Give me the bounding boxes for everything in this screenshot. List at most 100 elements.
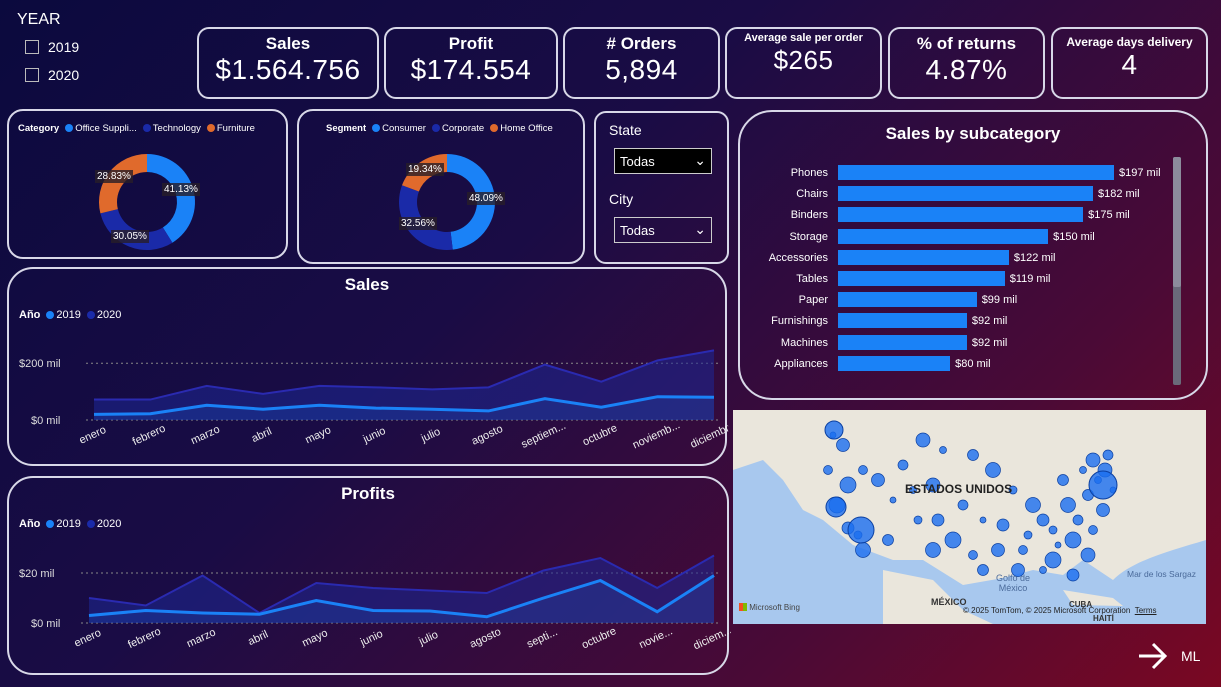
- sales-map[interactable]: ESTADOS UNIDOS Golfo de México MÉXICO CU…: [733, 410, 1206, 624]
- segment-donut-chart[interactable]: [299, 111, 587, 266]
- map-label: Mar de los Sargaz: [1127, 569, 1196, 579]
- donut-label: 30.05%: [111, 230, 149, 243]
- map-bubble[interactable]: [967, 449, 979, 461]
- map-bubble[interactable]: [1018, 545, 1028, 555]
- map-bubble[interactable]: [1085, 452, 1101, 468]
- map-bubble[interactable]: [1066, 568, 1080, 582]
- terms-link[interactable]: Terms: [1135, 606, 1157, 615]
- map-bubble[interactable]: [836, 438, 850, 452]
- x-tick-label: julio: [419, 426, 443, 446]
- map-bubble[interactable]: [915, 432, 931, 448]
- map-bubble[interactable]: [944, 531, 962, 549]
- ml-nav-button[interactable]: ML: [1137, 640, 1200, 672]
- map-bubble[interactable]: [1036, 513, 1050, 527]
- x-tick-label: junio: [361, 425, 388, 446]
- state-dropdown[interactable]: Todas ⌄: [614, 148, 712, 174]
- map-bubble[interactable]: [1044, 551, 1062, 569]
- profits-area-chart[interactable]: $20 mil $0 mil enero febrero marzo abril mayo j…: [9, 478, 731, 677]
- bar[interactable]: [838, 292, 977, 308]
- map-bubble[interactable]: [1039, 566, 1047, 574]
- map-bubble[interactable]: [858, 465, 868, 475]
- bar-row[interactable]: Machines $92 mil: [738, 334, 1178, 351]
- bar-label: Accessories: [768, 251, 828, 264]
- x-tick-label: agosto: [468, 626, 503, 651]
- bar-row[interactable]: Binders $175 mil: [738, 207, 1178, 223]
- checkbox-icon[interactable]: [25, 68, 39, 82]
- map-bubble[interactable]: [1080, 547, 1096, 563]
- bar-row[interactable]: Paper $99 mil: [738, 292, 1178, 308]
- bar[interactable]: [838, 271, 1005, 286]
- map-bubble[interactable]: [968, 550, 978, 560]
- map-bubble[interactable]: [979, 516, 987, 524]
- bar-row[interactable]: Tables $119 mil: [738, 271, 1178, 287]
- map-bubble[interactable]: [991, 543, 1005, 557]
- bar-row[interactable]: Phones $197 mil: [738, 165, 1178, 181]
- kpi-profit: Profit $174.554: [384, 27, 558, 99]
- bar-row[interactable]: Chairs $182 mil: [738, 186, 1178, 202]
- bar[interactable]: [838, 355, 951, 371]
- x-tick-label: febrero: [126, 625, 163, 651]
- map-bubble[interactable]: [847, 516, 875, 544]
- year-option-2020[interactable]: 2020: [25, 67, 79, 83]
- bar-row[interactable]: Appliances $80 mil: [738, 355, 1178, 372]
- map-bubble[interactable]: [985, 462, 1001, 478]
- map-bubble[interactable]: [1072, 514, 1084, 526]
- scrollbar[interactable]: [1173, 157, 1181, 385]
- subcategory-bar-chart[interactable]: Phones $197 mil Chairs $182 mil Binders $175 …: [738, 165, 1178, 385]
- bar[interactable]: [838, 249, 1009, 265]
- sales-area-chart[interactable]: $200 mil $0 mil enero febrero marzo abril mayo…: [9, 269, 729, 468]
- map-bubble[interactable]: [925, 542, 941, 558]
- map-bubble[interactable]: [824, 420, 844, 440]
- y-tick-label: $0 mil: [31, 415, 60, 427]
- map-bubble[interactable]: [882, 534, 894, 546]
- donut-label: 32.56%: [399, 217, 437, 230]
- bar[interactable]: [838, 313, 967, 329]
- map-bubble[interactable]: [1025, 497, 1041, 513]
- map-bubble[interactable]: [1088, 525, 1098, 535]
- bar[interactable]: [838, 186, 1093, 202]
- bar-row[interactable]: Furnishings $92 mil: [738, 313, 1178, 329]
- city-dropdown[interactable]: Todas ⌄: [614, 217, 712, 243]
- map-bubble[interactable]: [977, 564, 989, 576]
- map-bubble[interactable]: [913, 515, 923, 525]
- map-bubble[interactable]: [823, 465, 833, 475]
- map-bubble[interactable]: [1088, 470, 1118, 500]
- map-bubble[interactable]: [855, 542, 871, 558]
- map-bubble[interactable]: [939, 446, 947, 454]
- donut-slice[interactable]: [99, 154, 147, 214]
- map-bubble[interactable]: [897, 459, 909, 471]
- donut-slice[interactable]: [147, 154, 195, 243]
- bar-value-label: $197 mil: [1119, 167, 1161, 179]
- bing-logo: Microsoft Bing: [739, 603, 800, 612]
- bar[interactable]: [838, 207, 1084, 223]
- year-option-2019[interactable]: 2019: [25, 39, 79, 55]
- map-bubble[interactable]: [1060, 497, 1076, 513]
- map-bubble[interactable]: [825, 496, 847, 518]
- map-bubble[interactable]: [871, 473, 885, 487]
- x-tick-label: diciem...: [692, 624, 731, 652]
- map-bubble[interactable]: [1079, 466, 1087, 474]
- map-bubble[interactable]: [1054, 541, 1062, 549]
- filters-panel: State Todas ⌄ City Todas ⌄: [594, 111, 729, 264]
- category-donut-chart[interactable]: [9, 111, 290, 261]
- bar-value-label: $175 mil: [1088, 209, 1130, 222]
- bar[interactable]: [838, 334, 967, 350]
- bar[interactable]: [838, 228, 1049, 244]
- checkbox-icon[interactable]: [25, 40, 39, 54]
- map-bubble[interactable]: [1102, 449, 1114, 461]
- map-bubble[interactable]: [1096, 503, 1110, 517]
- map-bubble[interactable]: [1064, 531, 1082, 549]
- map-bubble[interactable]: [957, 499, 969, 511]
- map-bubble[interactable]: [1057, 474, 1069, 486]
- map-bubble[interactable]: [839, 476, 857, 494]
- kpi-title: Average sale per order: [744, 32, 863, 44]
- map-bubble[interactable]: [996, 518, 1010, 532]
- bar[interactable]: [838, 165, 1114, 180]
- bar-row[interactable]: Accessories $122 mil: [738, 249, 1178, 266]
- map-bubble[interactable]: [931, 513, 945, 527]
- map-bubble[interactable]: [889, 496, 897, 504]
- chart-title: Sales by subcategory: [885, 124, 1061, 143]
- map-bubble[interactable]: [1048, 525, 1058, 535]
- map-bubble[interactable]: [1023, 530, 1033, 540]
- bar-row[interactable]: Storage $150 mil: [738, 228, 1178, 245]
